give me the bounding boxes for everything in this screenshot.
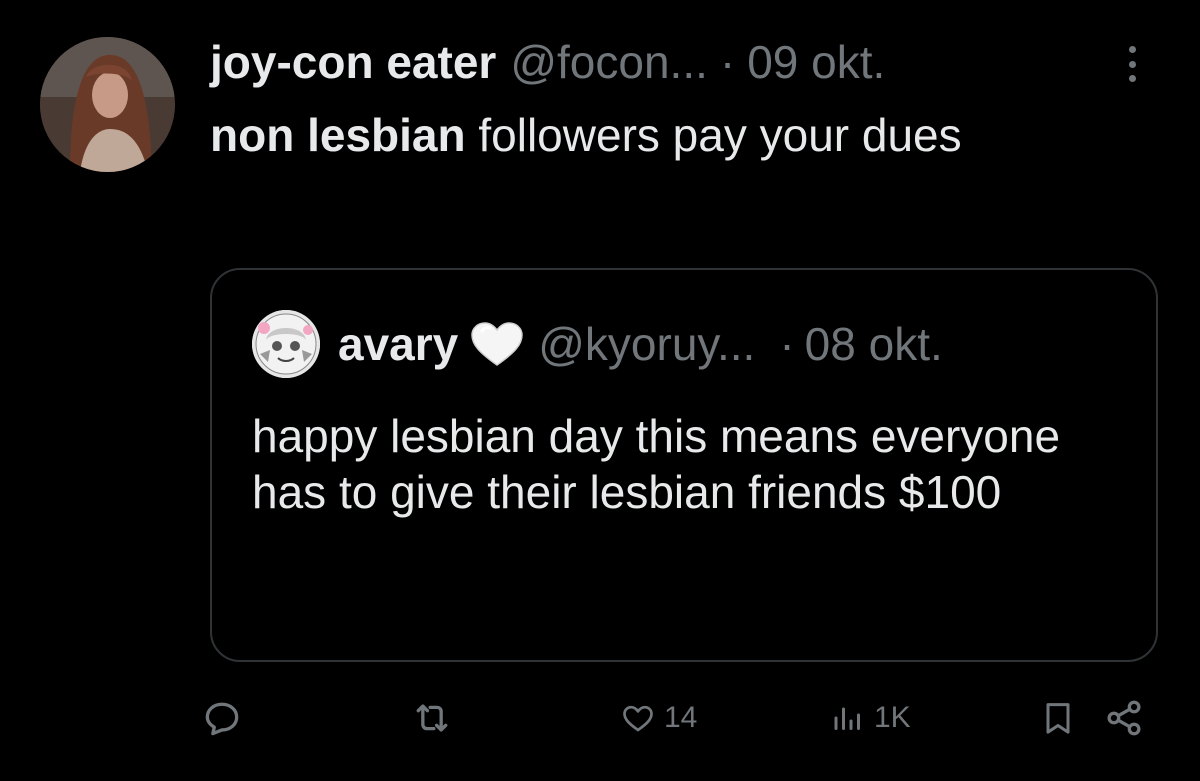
retweet-button[interactable] (410, 694, 454, 742)
quoted-avatar-image (252, 310, 320, 378)
tweet-text-rest: followers pay your dues (465, 109, 962, 161)
more-dot (1128, 46, 1136, 53)
tweet[interactable]: joy-con eater @focon... · 09 okt. non le… (0, 0, 1200, 781)
share-button[interactable] (1102, 694, 1146, 742)
author-handle[interactable]: @focon... (510, 34, 708, 90)
author-display-name[interactable]: joy-con eater (210, 34, 496, 90)
like-count: 14 (664, 701, 698, 734)
heart-icon (623, 705, 653, 732)
author-avatar[interactable] (40, 37, 175, 172)
tweet-text-bold: non lesbian (210, 109, 466, 161)
quoted-text: happy lesbian day this means everyone ha… (252, 410, 1061, 518)
quoted-date[interactable]: 08 okt. (805, 314, 943, 374)
action-bar: 14 1K (200, 694, 1160, 742)
quoted-author-avatar[interactable] (252, 310, 320, 378)
header-separator: · (719, 36, 736, 88)
quoted-separator: · (779, 318, 795, 370)
bookmark-button[interactable] (1038, 694, 1078, 742)
white-heart-icon (470, 321, 524, 367)
more-dot (1128, 75, 1136, 82)
quoted-tweet[interactable]: avary @kyoruy... · 08 okt. happy lesbian… (210, 268, 1158, 662)
views-count: 1K (874, 701, 911, 734)
more-options-icon[interactable] (1120, 42, 1144, 86)
tweet-text: non lesbian followers pay your dues (210, 108, 1090, 162)
retweet-icon (416, 704, 448, 732)
quoted-handle[interactable]: @kyoruy... (538, 314, 755, 374)
tweet-header: joy-con eater @focon... · 09 okt. (210, 34, 885, 90)
reply-button[interactable] (200, 694, 244, 742)
author-avatar-image (40, 37, 175, 172)
reply-icon (205, 702, 239, 736)
quoted-header: avary @kyoruy... · 08 okt. (338, 314, 943, 374)
quoted-display-name[interactable]: avary (338, 314, 458, 374)
views-icon (834, 707, 860, 730)
more-dot (1128, 60, 1136, 68)
tweet-date[interactable]: 09 okt. (747, 34, 885, 90)
share-icon (1107, 700, 1141, 736)
bookmark-icon (1046, 703, 1070, 734)
like-button[interactable]: 14 (620, 694, 697, 742)
views-button[interactable]: 1K (830, 694, 911, 742)
